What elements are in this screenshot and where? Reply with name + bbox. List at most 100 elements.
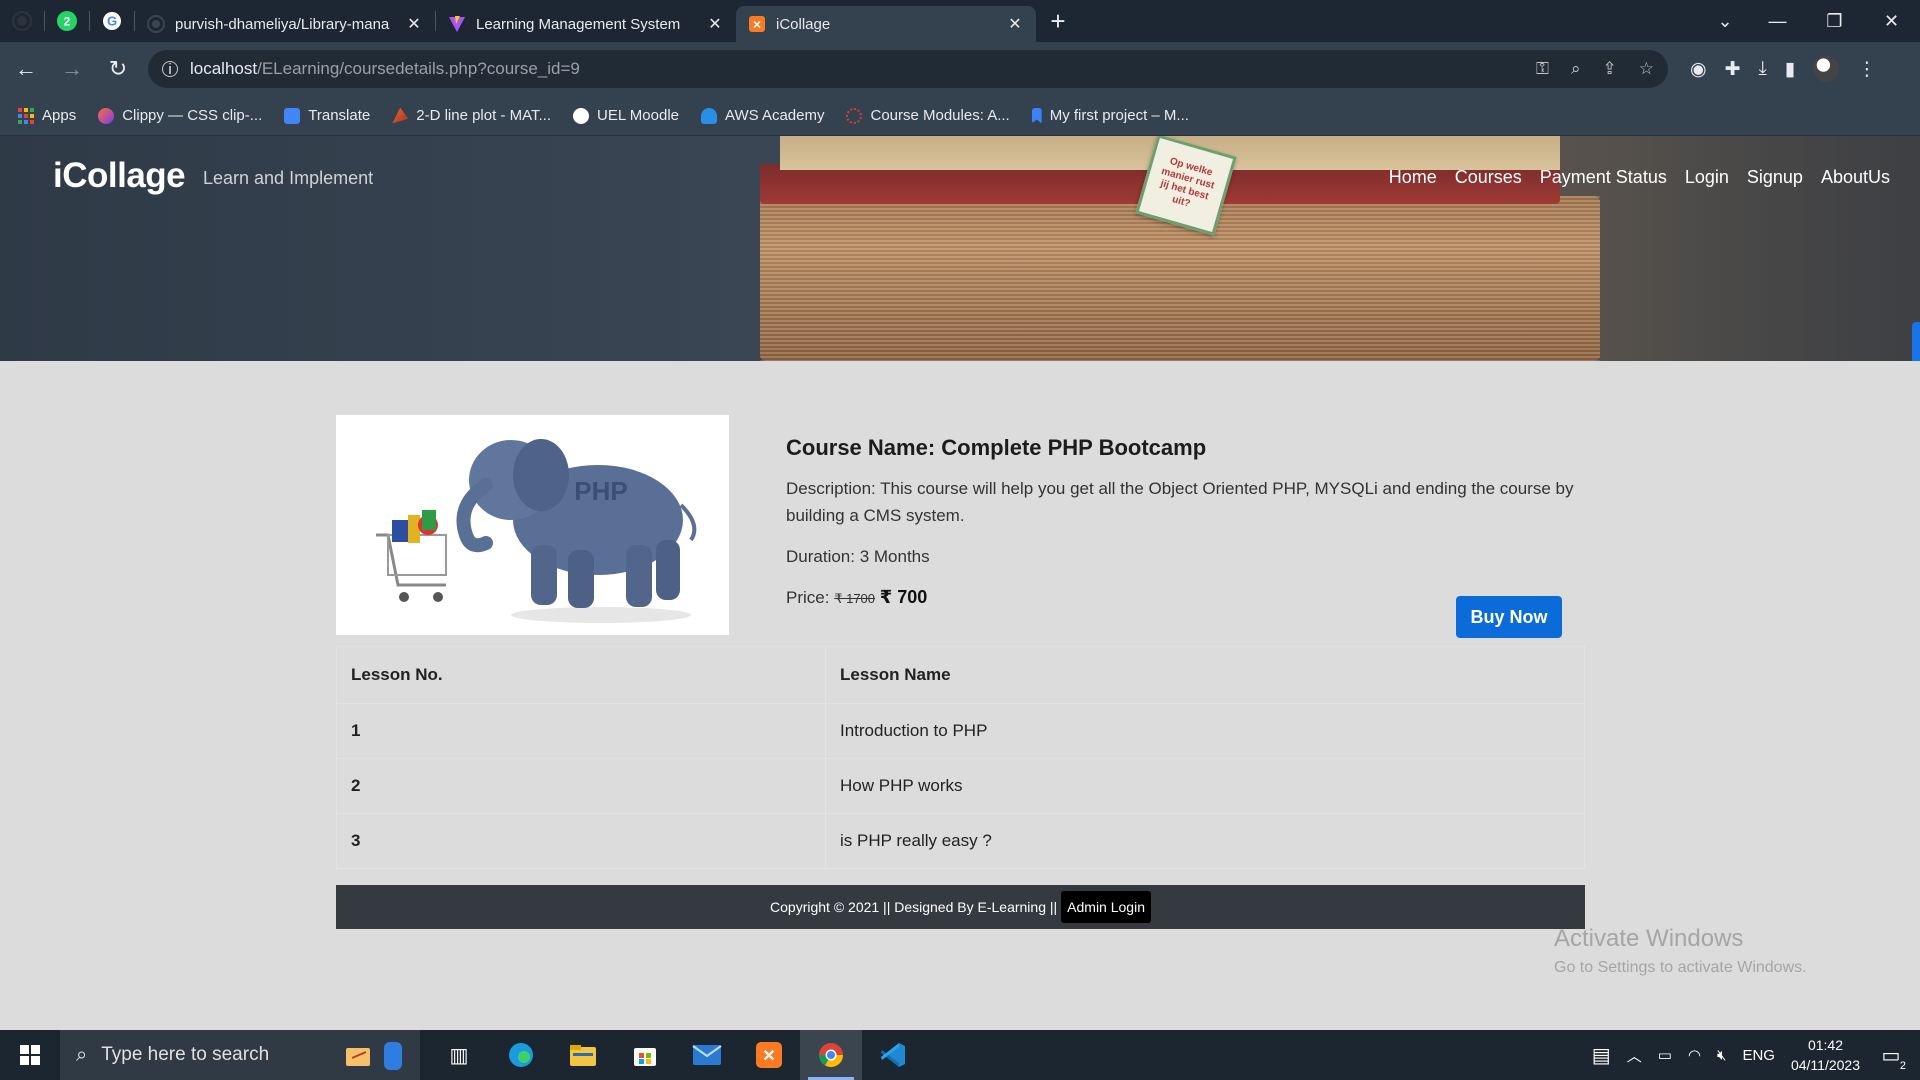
- tab-title: Learning Management System: [476, 15, 681, 33]
- apps-grid-icon: [18, 107, 34, 124]
- lesson-name: How PHP works: [825, 758, 1585, 814]
- download-icon[interactable]: ⤓: [1759, 58, 1767, 80]
- bookmark-my-first-project[interactable]: My first project – M...: [1031, 107, 1189, 124]
- watermark-subtitle: Go to Settings to activate Windows.: [1554, 959, 1807, 976]
- notification-center-button[interactable]: ▭ 2: [1876, 1040, 1908, 1072]
- language-indicator[interactable]: ENG: [1742, 1047, 1775, 1064]
- watermark-title: Activate Windows: [1554, 925, 1744, 952]
- side-scroll-indicator[interactable]: [1912, 322, 1920, 361]
- bookmark-matlab[interactable]: 2-D line plot - MAT...: [392, 107, 551, 124]
- side-panel-icon[interactable]: ▮: [1785, 58, 1795, 81]
- taskbar-store[interactable]: [614, 1030, 676, 1080]
- site-logo[interactable]: iCollage: [53, 156, 186, 196]
- github-icon: [12, 11, 32, 31]
- taskbar-apps: ▥ ✕: [428, 1030, 924, 1080]
- nav-home[interactable]: Home: [1389, 167, 1437, 188]
- translate-icon: [284, 107, 301, 124]
- nav-payment-status[interactable]: Payment Status: [1540, 167, 1667, 188]
- bookmark-label: Translate: [308, 107, 371, 124]
- bookmark-aws-academy[interactable]: AWS Academy: [701, 107, 824, 124]
- close-icon[interactable]: ✕: [706, 14, 724, 34]
- battery-icon[interactable]: ▭: [1658, 1046, 1672, 1064]
- bookmark-label: Clippy — CSS clip-...: [122, 107, 263, 124]
- bookmark-uel-moodle[interactable]: UEL Moodle: [573, 107, 679, 124]
- search-highlight-illustration: [346, 1042, 402, 1070]
- nav-aboutus[interactable]: AboutUs: [1821, 167, 1890, 188]
- site-info-icon[interactable]: i: [162, 61, 178, 78]
- lesson-number: 1: [336, 703, 826, 759]
- tab-title: purvish-dhameliya/Library-mana: [175, 15, 390, 33]
- tab-search-chevron-icon[interactable]: ⌄: [1701, 0, 1749, 42]
- nav-signup[interactable]: Signup: [1747, 167, 1803, 188]
- back-button[interactable]: ←: [6, 49, 46, 89]
- lesson-number: 2: [336, 758, 826, 814]
- header-lesson-no: Lesson No.: [336, 646, 826, 704]
- taskbar-edge[interactable]: [490, 1030, 552, 1080]
- taskbar-file-explorer[interactable]: [552, 1030, 614, 1080]
- taskbar-vscode[interactable]: [862, 1030, 924, 1080]
- clock[interactable]: 01:42 04/11/2023: [1791, 1035, 1860, 1075]
- hero-banner: Op welke manier rust jij het best uit? i…: [0, 136, 1920, 361]
- edge-icon: [509, 1043, 533, 1067]
- restore-icon[interactable]: ❐: [1806, 0, 1863, 42]
- profile-avatar[interactable]: [1813, 56, 1840, 82]
- address-bar[interactable]: i localhost/ELearning/coursedetails.php?…: [148, 50, 1668, 88]
- bookmark-translate[interactable]: Translate: [284, 107, 370, 124]
- reload-button[interactable]: ↻: [98, 49, 138, 89]
- close-icon[interactable]: ✕: [405, 14, 423, 34]
- bookmark-apps[interactable]: Apps: [18, 107, 76, 124]
- share-icon[interactable]: ⇪: [1603, 59, 1617, 79]
- extensions-puzzle-icon[interactable]: ✚: [1725, 58, 1741, 81]
- start-button[interactable]: [0, 1030, 60, 1080]
- window-close-icon[interactable]: ✕: [1863, 0, 1920, 42]
- taskbar-mail[interactable]: [676, 1030, 738, 1080]
- key-icon[interactable]: ⚿: [1536, 59, 1549, 79]
- nav-courses[interactable]: Courses: [1455, 167, 1522, 188]
- header-lesson-name: Lesson Name: [825, 646, 1585, 704]
- bookmark-label: 2-D line plot - MAT...: [416, 107, 551, 124]
- pinned-tab-github[interactable]: [0, 0, 44, 42]
- grammarly-icon[interactable]: ◉: [1690, 58, 1707, 81]
- taskbar-task-view[interactable]: ▥: [428, 1030, 490, 1080]
- whatsapp-badge: 2: [64, 15, 71, 29]
- pinned-tab-google[interactable]: G: [90, 0, 134, 42]
- taskbar-chrome[interactable]: [800, 1030, 862, 1080]
- chrome-icon: [819, 1043, 843, 1068]
- taskbar-search[interactable]: ⌕ Type here to search: [60, 1030, 420, 1080]
- wifi-icon[interactable]: ◠: [1688, 1046, 1701, 1064]
- tab-icollage[interactable]: ✕ iCollage ✕: [736, 6, 1036, 42]
- arrow-right-icon: →: [61, 56, 83, 81]
- buy-now-button[interactable]: Buy Now: [1456, 596, 1562, 638]
- toolbar-extensions: ◉ ✚ ⤓ ▮ ⋮: [1690, 56, 1876, 82]
- news-widget-icon[interactable]: ▤: [1592, 1043, 1611, 1068]
- vite-icon: [449, 16, 465, 32]
- tab-github-library[interactable]: purvish-dhameliya/Library-mana ✕: [135, 6, 435, 42]
- zoom-icon[interactable]: ⌕: [1571, 59, 1581, 79]
- bookmark-icon: [1031, 107, 1042, 124]
- moodle-icon: [573, 107, 589, 124]
- copyright-text: Copyright © 2021 || Designed By E-Learni…: [770, 899, 1058, 915]
- chevron-up-icon[interactable]: ︿: [1627, 1045, 1642, 1066]
- nav-login[interactable]: Login: [1685, 167, 1729, 188]
- windows-taskbar: ⌕ Type here to search ▥ ✕ ▤ ︿ ▭ ◠ 🔇︎ ENG…: [0, 1030, 1920, 1080]
- forward-button[interactable]: →: [52, 49, 92, 89]
- tab-learning-management-system[interactable]: Learning Management System ✕: [436, 6, 736, 42]
- admin-login-button[interactable]: Admin Login: [1061, 891, 1151, 923]
- php-text: PHP: [574, 476, 627, 506]
- star-icon[interactable]: ☆: [1639, 59, 1654, 79]
- course-description: Description: This course will help you g…: [786, 479, 1574, 525]
- minimize-icon[interactable]: —: [1749, 0, 1806, 42]
- menu-kebab-icon[interactable]: ⋮: [1857, 58, 1876, 81]
- close-icon[interactable]: ✕: [1006, 14, 1024, 34]
- bookmark-clippy[interactable]: Clippy — CSS clip-...: [98, 107, 262, 124]
- main-nav: Home Courses Payment Status Login Signup…: [1389, 167, 1890, 188]
- lessons-table: Lesson No. Lesson Name 1 Introduction to…: [336, 646, 1585, 869]
- taskbar-xampp[interactable]: ✕: [738, 1030, 800, 1080]
- table-row: 2 How PHP works: [336, 758, 1585, 814]
- new-tab-button[interactable]: +: [1036, 0, 1080, 42]
- bookmark-course-modules[interactable]: Course Modules: A...: [846, 107, 1010, 124]
- browser-tab-strip: 2 G purvish-dhameliya/Library-mana ✕ Lea…: [0, 0, 1920, 42]
- pinned-tab-whatsapp[interactable]: 2: [45, 0, 89, 42]
- volume-muted-icon[interactable]: 🔇︎: [1717, 1047, 1726, 1064]
- table-row: 1 Introduction to PHP: [336, 703, 1585, 759]
